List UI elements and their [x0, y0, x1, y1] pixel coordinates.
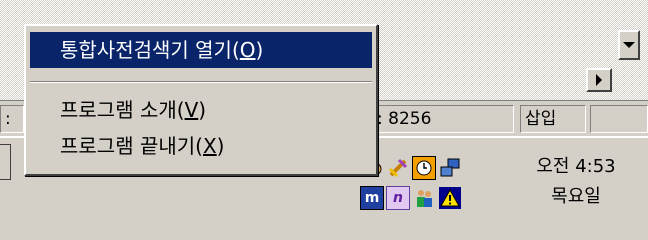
- n-app-icon[interactable]: n: [386, 186, 410, 210]
- menu-item-exit[interactable]: 프로그램 끝내기(X): [30, 128, 372, 164]
- scroll-down-button[interactable]: [618, 30, 640, 60]
- status-left-text: :: [5, 109, 11, 129]
- status-position-text: : 8256: [377, 109, 432, 129]
- menu-item-mnemonic: O: [239, 38, 256, 62]
- clock-icon[interactable]: [412, 156, 436, 180]
- menu-item-about[interactable]: 프로그램 소개(V): [30, 92, 372, 128]
- status-field-extra: [590, 105, 648, 133]
- status-field-mode: 삽입: [520, 105, 586, 133]
- network-computers-icon[interactable]: [438, 156, 462, 180]
- menu-item-label-end: ): [216, 134, 225, 158]
- tray-clock[interactable]: 오전 4:53 목요일: [516, 152, 636, 212]
- menu-item-mnemonic: X: [202, 134, 217, 158]
- taskbar-button[interactable]: [0, 144, 11, 180]
- clock-time: 오전 4:53: [536, 156, 616, 177]
- arrow-down-icon: [623, 42, 635, 48]
- menu-item-label: 프로그램 끝내기(: [60, 134, 203, 158]
- menu-item-mnemonic: V: [184, 98, 199, 122]
- status-field-left: :: [0, 105, 24, 133]
- menu-item-open-dictionary[interactable]: 통합사전검색기 열기(O): [30, 32, 372, 68]
- satellite-icon[interactable]: [386, 156, 410, 180]
- m-app-icon[interactable]: m: [360, 186, 384, 210]
- status-mode-text: 삽입: [525, 109, 557, 129]
- users-icon[interactable]: [412, 186, 436, 210]
- status-field-position: : 8256: [372, 105, 514, 133]
- tray-context-menu: 통합사전검색기 열기(O) 프로그램 소개(V) 프로그램 끝내기(X): [24, 24, 378, 176]
- menu-item-label: 프로그램 소개(: [60, 98, 185, 122]
- menu-item-label: 통합사전검색기 열기(: [60, 38, 240, 62]
- clock-day: 목요일: [551, 186, 601, 207]
- scroll-right-button[interactable]: [586, 68, 612, 92]
- menu-separator: [30, 81, 372, 83]
- warning-icon[interactable]: [438, 186, 462, 210]
- arrow-right-icon: [596, 74, 602, 86]
- system-tray: m n 오전 4:53 목요일: [356, 144, 648, 240]
- menu-item-label-end: ): [198, 98, 207, 122]
- menu-item-label-end: ): [255, 38, 264, 62]
